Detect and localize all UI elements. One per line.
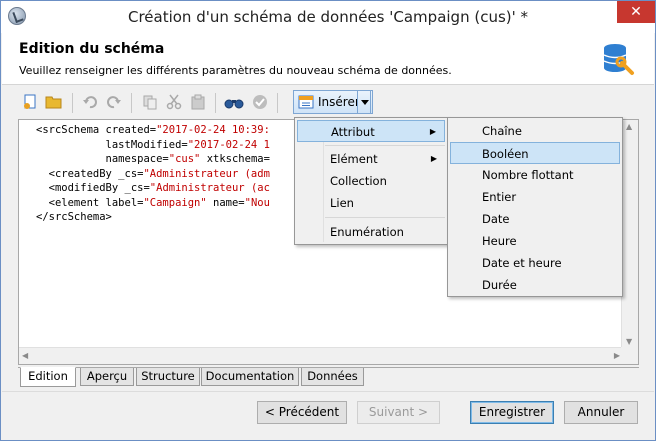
page-description: Veuillez renseigner les différents param… [19, 64, 452, 77]
cancel-button[interactable]: Annuler [564, 401, 638, 424]
menu-item-link[interactable]: Lien [297, 192, 445, 214]
chevron-right-icon: ▶ [430, 154, 437, 163]
scroll-right-icon[interactable]: ▶ [614, 351, 620, 360]
previous-button[interactable]: < Précédent [257, 401, 347, 424]
cut-icon[interactable] [163, 91, 185, 113]
submenu-item-datetime[interactable]: Date et heure [450, 252, 620, 274]
tab-donnees[interactable]: Données [301, 368, 364, 386]
code-line: <srcSchema created="2017-02-24 10:39: [36, 124, 270, 136]
close-button[interactable]: ✕ [617, 1, 655, 23]
scroll-left-icon[interactable]: ◀ [22, 351, 28, 360]
menu-item-collection[interactable]: Collection [297, 170, 445, 192]
insert-icon [298, 95, 314, 109]
tab-structure[interactable]: Structure [136, 368, 200, 386]
window-title: Création d'un schéma de données 'Campaig… [127, 8, 529, 26]
attribute-submenu: Chaîne Booléen Nombre flottant Entier Da… [447, 117, 623, 297]
dialog-window: Création d'un schéma de données 'Campaig… [0, 0, 656, 441]
horizontal-scrollbar[interactable]: ◀ ▶ [19, 347, 623, 364]
vertical-scrollbar[interactable]: ▲ ▼ [621, 120, 638, 348]
save-button[interactable]: Enregistrer [470, 401, 554, 424]
submenu-item-time[interactable]: Heure [450, 230, 620, 252]
next-button[interactable]: Suivant > [357, 401, 440, 424]
open-folder-icon[interactable] [43, 91, 65, 113]
insert-label: Insérer [318, 95, 360, 109]
check-icon[interactable] [249, 91, 271, 113]
insert-menu: Attribut ▶ Elément ▶ Collection Lien Enu… [294, 117, 448, 245]
code-line: lastModified="2017-02-24 1 [36, 138, 270, 151]
xml-code[interactable]: <srcSchema created="2017-02-24 10:39: la… [36, 123, 270, 225]
code-line: <createdBy _cs="Administrateur (adm [36, 167, 270, 180]
chevron-down-icon [361, 100, 369, 105]
page-title: Edition du schéma [19, 41, 165, 57]
undo-icon[interactable] [79, 91, 101, 113]
copy-icon[interactable] [139, 91, 161, 113]
tab-edition[interactable]: Edition [20, 367, 76, 387]
submenu-item-boolean[interactable]: Booléen [450, 142, 620, 164]
code-line: </srcSchema> [36, 211, 112, 223]
submenu-item-string[interactable]: Chaîne [450, 120, 620, 142]
submenu-item-float[interactable]: Nombre flottant [450, 164, 620, 186]
code-line: <element label="Campaign" name="Nou [36, 196, 270, 209]
submenu-item-integer[interactable]: Entier [450, 186, 620, 208]
chevron-right-icon: ▶ [429, 127, 436, 136]
redo-icon[interactable] [103, 91, 125, 113]
find-icon[interactable] [223, 91, 245, 113]
scroll-down-icon[interactable]: ▼ [626, 337, 632, 346]
database-settings-icon [603, 44, 634, 75]
menu-item-attribute[interactable]: Attribut ▶ [297, 120, 445, 142]
view-tabs: Edition Aperçu Structure Documentation D… [18, 367, 639, 387]
toolbar: Insérer [17, 89, 637, 117]
new-document-icon[interactable] [19, 91, 41, 113]
code-line: <modifiedBy _cs="Administrateur (ac [36, 182, 270, 194]
menu-item-enumeration[interactable]: Enumération [297, 221, 445, 243]
code-line: namespace="cus" xtkschema= [36, 153, 270, 165]
tab-documentation[interactable]: Documentation [201, 368, 299, 386]
wizard-header: Edition du schéma Veuillez renseigner le… [2, 33, 654, 85]
insert-dropdown-arrow[interactable] [357, 90, 371, 114]
submenu-item-date[interactable]: Date [450, 208, 620, 230]
paste-icon[interactable] [187, 91, 209, 113]
menu-item-element[interactable]: Elément ▶ [297, 148, 445, 170]
tab-apercu[interactable]: Aperçu [80, 368, 134, 386]
title-bar: Création d'un schéma de données 'Campaig… [1, 1, 655, 33]
submenu-item-duration[interactable]: Durée [450, 274, 620, 296]
scroll-up-icon[interactable]: ▲ [626, 122, 632, 131]
